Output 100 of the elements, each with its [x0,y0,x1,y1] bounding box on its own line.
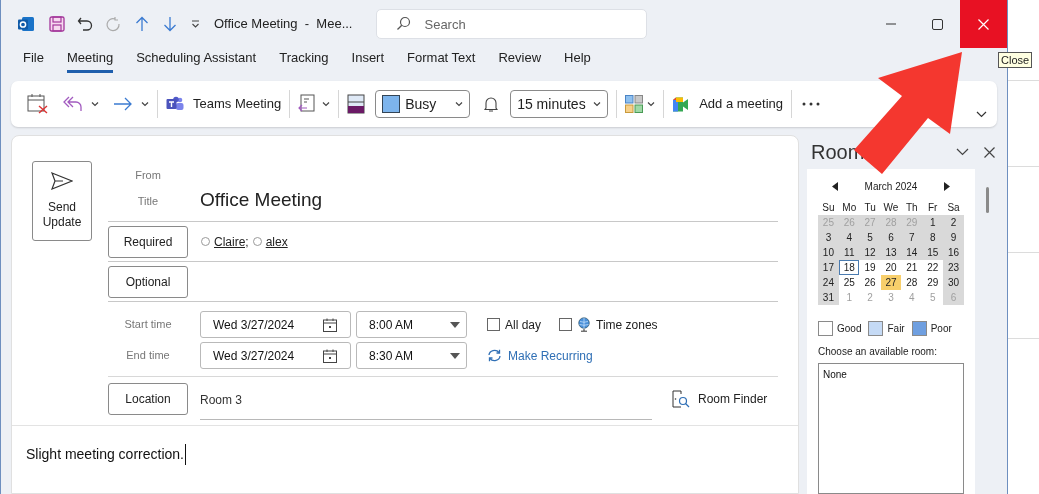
calendar-day[interactable]: 26 [860,275,881,290]
respond-icon[interactable] [298,94,317,114]
date-field[interactable]: Wed 3/27/2024 [200,342,351,369]
checkbox[interactable] [487,318,500,331]
calendar-day[interactable]: 11 [839,245,860,260]
calendar-day[interactable]: 19 [860,260,881,275]
menu-tab[interactable]: Meeting [66,48,114,73]
chevron-down-icon[interactable] [956,148,969,156]
calendar-day[interactable]: 12 [860,245,881,260]
bell-icon[interactable] [484,95,499,113]
room-item[interactable]: None [823,367,959,382]
forward-icon[interactable] [113,97,133,111]
calendar-day[interactable]: 30 [943,275,964,290]
cancel-meeting-icon[interactable] [27,94,49,114]
calendar-day[interactable]: 14 [901,245,922,260]
weekday-label: Fr [927,201,939,215]
reply-all-icon[interactable] [63,95,83,113]
customize-icon[interactable] [191,20,200,28]
caret-icon[interactable] [593,101,602,107]
add-meeting-button[interactable]: Add a meeting [672,94,783,114]
calendar-day[interactable]: 8 [922,230,943,245]
field-button[interactable]: Optional [108,265,188,298]
caret-icon[interactable] [647,101,656,107]
menu-tab[interactable]: Tracking [279,48,329,73]
make-recurring-link[interactable]: Make Recurring [487,346,593,365]
next-month-icon[interactable] [944,182,950,191]
more-icon[interactable] [802,102,820,106]
calendar-day[interactable]: 10 [818,245,839,260]
undo-icon[interactable] [77,16,93,32]
checkbox[interactable] [559,318,573,331]
send-icon [51,172,73,190]
from-label: From [134,168,162,184]
calendar-day[interactable]: 20 [881,260,901,275]
calendar-day[interactable]: 21 [901,260,922,275]
attendee-link[interactable]: Claire; [214,232,249,251]
previous-month-icon[interactable] [832,182,838,191]
calendar-day[interactable]: 25 [839,275,860,290]
weekday-label: Sa [946,201,961,215]
title-field[interactable]: Office Meeting [200,186,778,215]
save-icon[interactable] [49,16,65,32]
busy-color-swatch [382,95,401,113]
weekday-label: Tu [863,201,877,215]
calendar-day[interactable]: 22 [922,260,943,275]
calendar-day[interactable]: 28 [901,275,922,290]
menu-tab[interactable]: File [23,48,44,73]
field-button[interactable]: Location [108,382,188,415]
calendar-day[interactable]: 29 [922,275,943,290]
menu-tab[interactable]: Format Text [407,48,476,73]
start-time-label: Start time [123,317,173,333]
search-field[interactable]: Search [376,9,648,39]
calendar-day[interactable]: 13 [881,245,901,260]
calendar-day[interactable]: 5 [860,230,881,245]
calendar-day[interactable]: 16 [943,245,964,260]
checkbox-label: Time zones [596,316,658,334]
maximize-icon [931,18,943,30]
caret-icon[interactable] [141,101,149,107]
calendar-day[interactable]: 23 [943,260,964,275]
calendar-day[interactable]: 18 [839,260,860,275]
date-field[interactable]: Wed 3/27/2024 [200,311,351,338]
room-finder-button[interactable]: Room Finder [672,389,768,408]
attendee-link[interactable]: alex [265,232,288,251]
time-dropdown[interactable]: 8:00 AM [356,311,467,338]
presence-icon [201,237,210,246]
calendar-day[interactable]: 7 [901,230,922,245]
close-icon[interactable] [984,146,995,158]
calendar-day[interactable]: 31 [818,290,839,305]
collapse-ribbon-icon[interactable] [976,110,987,118]
calendar-day[interactable]: 9 [943,230,964,245]
title-label: Title [136,194,160,210]
message-body[interactable]: Slight meeting correction. [26,444,186,465]
calendar-day[interactable]: 6 [881,230,901,245]
menu-tab[interactable]: Insert [351,48,385,73]
field-button[interactable]: Required [108,225,188,258]
show-as-icon[interactable] [347,94,366,114]
calendar-day[interactable]: 24 [818,275,839,290]
search-icon [396,16,412,31]
location-field[interactable]: Room 3 [200,391,652,409]
categorize-icon[interactable] [625,95,644,113]
caret-icon[interactable] [322,101,331,107]
calendar-day[interactable]: 4 [839,230,860,245]
calendar-day[interactable]: 15 [922,245,943,260]
dropdown[interactable]: Busy [375,90,471,118]
legend-label: Good [837,322,862,336]
up-arrow-icon[interactable] [135,16,149,32]
calendar-day[interactable]: 2 [943,215,964,230]
send-update-button[interactable]: Send Update [32,161,92,241]
calendar-day[interactable]: 17 [818,260,839,275]
teams-meeting-button[interactable]: Teams Meeting [166,94,282,114]
menu-tab[interactable]: Scheduling Assistant [136,48,257,73]
menu-tab[interactable]: Help [564,48,591,73]
time-dropdown[interactable]: 8:30 AM [356,342,467,369]
presence-icon [252,237,262,246]
caret-icon[interactable] [91,101,99,107]
caret-icon[interactable] [455,101,464,107]
calendar-day[interactable]: 3 [818,230,839,245]
calendar-icon [322,347,338,364]
calendar-day[interactable]: 1 [922,215,943,230]
down-arrow-icon[interactable] [163,16,177,32]
dropdown[interactable]: 15 minutes [510,90,609,118]
menu-tab[interactable]: Review [498,48,542,73]
